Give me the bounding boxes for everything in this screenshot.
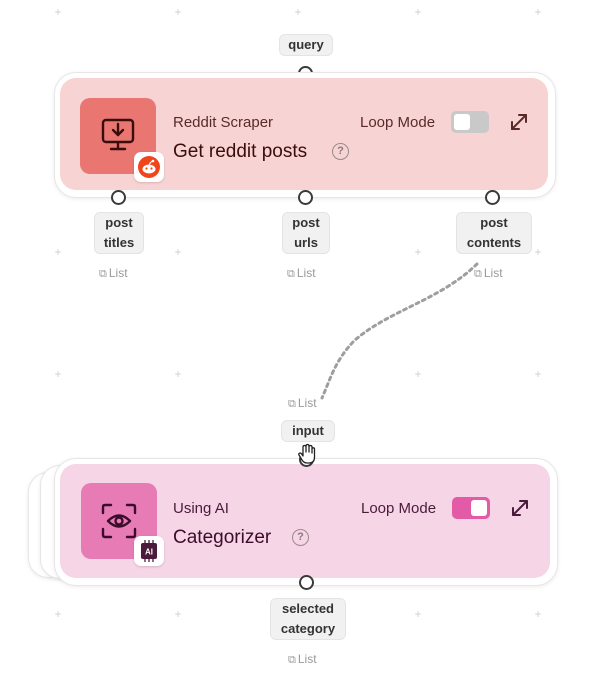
label-line: post xyxy=(105,215,133,230)
label-line: category xyxy=(280,621,336,636)
type-text: List xyxy=(297,396,317,410)
help-icon[interactable]: ? xyxy=(292,529,309,546)
list-icon: ⧉ xyxy=(99,268,107,280)
expand-icon[interactable] xyxy=(507,110,531,134)
list-icon: ⧉ xyxy=(288,398,296,410)
toggle-knob xyxy=(454,114,470,130)
list-icon: ⧉ xyxy=(287,268,295,280)
label-line: urls xyxy=(294,235,318,250)
output-type-tag: ⧉ List xyxy=(287,266,316,281)
output-label-post-titles: post titles xyxy=(94,212,144,254)
input-port-label-input: input xyxy=(281,420,335,442)
reddit-icon xyxy=(138,156,160,178)
label-line: titles xyxy=(103,235,135,250)
type-text: List xyxy=(297,652,317,666)
label-line: contents xyxy=(466,235,522,250)
hand-cursor-icon xyxy=(298,443,316,464)
workflow-canvas[interactable]: + + + + + + + + + + + + + + + + + query xyxy=(0,0,600,676)
label-line: selected xyxy=(281,601,335,616)
node-title: Get reddit posts xyxy=(173,141,308,162)
loop-mode-toggle[interactable] xyxy=(451,111,489,133)
loop-mode-label: Loop Mode xyxy=(360,114,436,131)
label-line: post xyxy=(480,215,508,230)
output-port-selected-category[interactable] xyxy=(299,575,314,590)
loop-mode-toggle[interactable] xyxy=(452,497,490,519)
ai-badge: AI xyxy=(134,536,164,566)
help-icon[interactable]: ? xyxy=(332,143,349,160)
connection-type-tag: ⧉ List xyxy=(288,396,317,411)
node-title: Categorizer xyxy=(173,527,272,548)
input-port-label-query: query xyxy=(279,34,333,56)
output-port-post-contents[interactable] xyxy=(485,190,500,205)
output-port-post-urls[interactable] xyxy=(298,190,313,205)
output-type-tag: ⧉ List xyxy=(474,266,503,281)
toggle-knob xyxy=(471,500,487,516)
type-text: List xyxy=(108,266,128,280)
output-label-post-urls: post urls xyxy=(282,212,330,254)
reddit-scraper-node[interactable]: Reddit Scraper Get reddit posts ? Loop M… xyxy=(60,78,548,190)
output-port-post-titles[interactable] xyxy=(111,190,126,205)
expand-icon[interactable] xyxy=(508,496,532,520)
type-text: List xyxy=(296,266,316,280)
node-subtitle: Using AI xyxy=(173,500,229,517)
list-icon: ⧉ xyxy=(288,654,296,666)
output-label-selected-category: selected category xyxy=(270,598,346,640)
ai-chip-icon: AI xyxy=(141,540,157,562)
node-subtitle: Reddit Scraper xyxy=(173,114,274,131)
list-icon: ⧉ xyxy=(474,268,482,280)
ai-badge-text: AI xyxy=(145,548,153,557)
output-type-tag: ⧉ List xyxy=(288,652,317,667)
label-line: post xyxy=(292,215,320,230)
output-type-tag: ⧉ List xyxy=(99,266,128,281)
reddit-badge xyxy=(134,152,164,182)
loop-mode-label: Loop Mode xyxy=(361,500,437,517)
categorizer-node[interactable]: AI Using AI Categorizer ? Loop Mode xyxy=(60,464,550,578)
output-label-post-contents: post contents xyxy=(456,212,532,254)
type-text: List xyxy=(483,266,503,280)
